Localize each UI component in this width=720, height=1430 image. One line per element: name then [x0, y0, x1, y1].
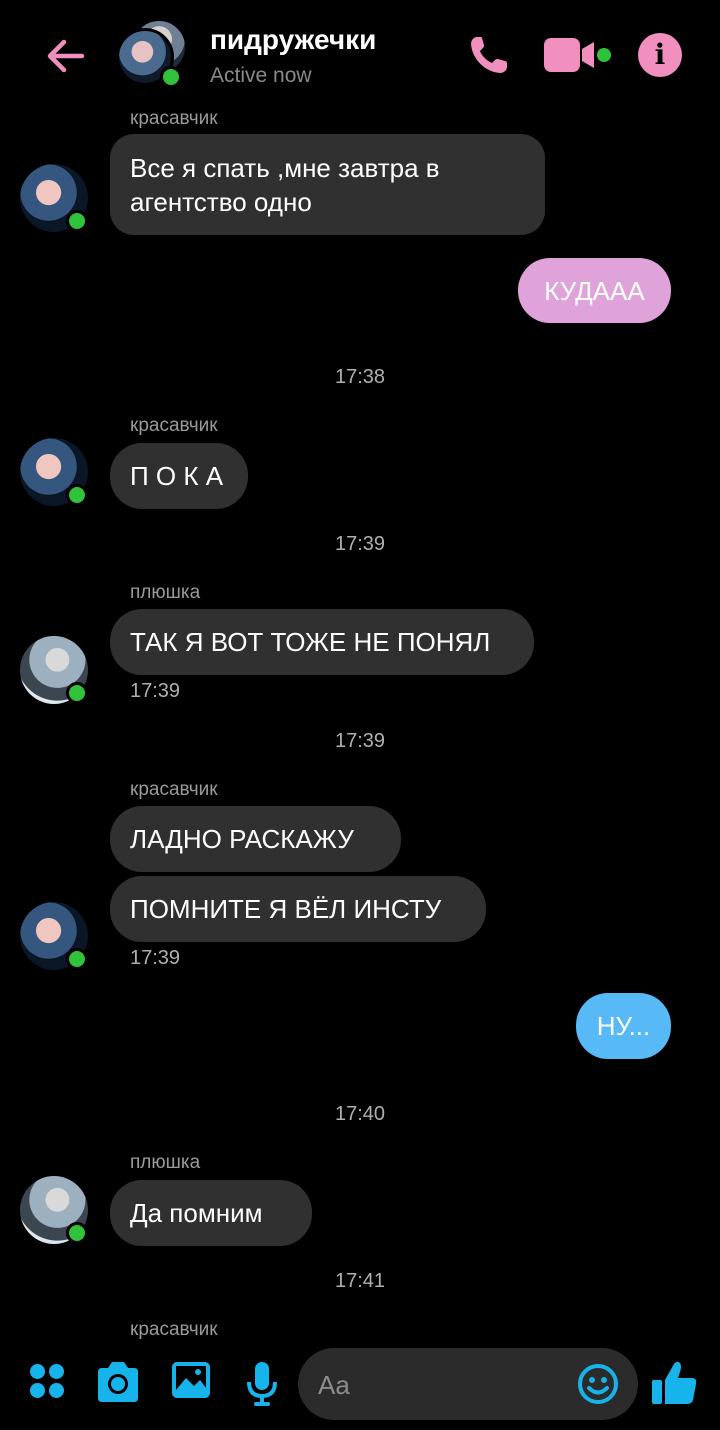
time-divider: 17:40 — [334, 1103, 386, 1125]
video-call-button[interactable] — [542, 32, 614, 78]
sender-name: красавчик — [130, 108, 218, 129]
message-bubble-outgoing[interactable]: КУДААА — [518, 258, 671, 323]
like-button[interactable] — [650, 1358, 700, 1408]
chat-status: Active now — [210, 64, 312, 87]
message-bubble-incoming[interactable]: Да помним — [110, 1180, 312, 1246]
message-input[interactable] — [316, 1362, 570, 1408]
video-camera-icon — [544, 38, 611, 72]
camera-button[interactable] — [94, 1360, 142, 1404]
chat-title[interactable]: пидружечки — [210, 24, 376, 56]
message-bubble-incoming[interactable]: ПОМНИТЕ Я ВЁЛ ИНСТУ — [110, 876, 486, 942]
info-icon: i — [654, 38, 666, 71]
thumbs-up-icon — [652, 1361, 697, 1404]
gallery-button[interactable] — [170, 1360, 212, 1400]
online-indicator — [66, 210, 88, 232]
back-button[interactable] — [42, 32, 90, 80]
message-bubble-incoming[interactable]: ЛАДНО РАСКАЖУ — [110, 806, 401, 872]
messenger-chat-screen: пидружечки Active now i красавчик Все я … — [0, 0, 720, 1430]
composer-bar — [0, 1340, 720, 1430]
chat-header: пидружечки Active now i — [0, 0, 720, 110]
time-divider: 17:38 — [334, 366, 386, 388]
online-indicator — [66, 484, 88, 506]
online-indicator — [160, 66, 182, 88]
avatar[interactable] — [20, 636, 88, 704]
info-button[interactable]: i — [638, 33, 682, 77]
message-input-container[interactable] — [298, 1348, 638, 1420]
avatar[interactable] — [20, 902, 88, 970]
time-divider: 17:39 — [334, 730, 386, 752]
online-indicator — [66, 948, 88, 970]
voice-call-button[interactable] — [466, 32, 512, 78]
back-arrow-icon — [47, 39, 85, 73]
voice-message-button[interactable] — [246, 1360, 278, 1408]
sender-name: плюшка — [130, 1152, 201, 1173]
sender-name: красавчик — [130, 415, 218, 436]
group-avatar[interactable] — [116, 18, 188, 90]
avatar[interactable] — [20, 1176, 88, 1244]
sender-name: красавчик — [130, 1319, 218, 1340]
message-bubble-incoming[interactable]: ТАК Я ВОТ ТОЖЕ НЕ ПОНЯЛ — [110, 609, 534, 675]
message-bubble-incoming[interactable]: Все я спать ,мне завтра в агентство одно — [110, 134, 545, 235]
message-timestamp: 17:39 — [130, 947, 181, 969]
camera-icon — [98, 1362, 138, 1402]
avatar[interactable] — [20, 438, 88, 506]
avatar[interactable] — [20, 164, 88, 232]
sender-name: красавчик — [130, 779, 218, 800]
time-divider: 17:39 — [334, 533, 386, 555]
message-bubble-outgoing[interactable]: НУ... — [576, 993, 671, 1059]
emoji-icon — [578, 1364, 618, 1404]
message-bubble-incoming[interactable]: П О К А — [110, 443, 248, 509]
more-actions-button[interactable] — [28, 1362, 66, 1400]
sender-name: плюшка — [130, 582, 201, 603]
message-timestamp: 17:39 — [130, 680, 181, 702]
gallery-icon — [172, 1362, 210, 1398]
phone-icon — [471, 37, 507, 73]
online-indicator — [66, 682, 88, 704]
online-indicator — [66, 1222, 88, 1244]
microphone-icon — [247, 1362, 277, 1406]
emoji-button[interactable] — [576, 1362, 620, 1406]
time-divider: 17:41 — [334, 1270, 386, 1292]
